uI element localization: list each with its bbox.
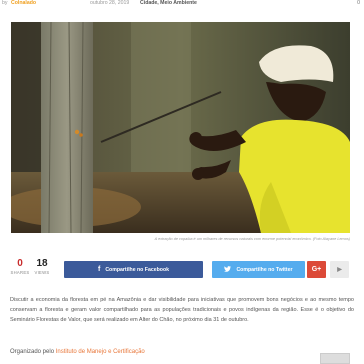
views-counter: 18 VIEWS	[30, 258, 54, 275]
shares-label: SHARES	[10, 270, 30, 275]
related-thumbnail[interactable]	[320, 353, 350, 364]
featured-image-illustration	[11, 22, 350, 233]
organized-prefix: Organizado pelo	[10, 349, 56, 355]
facebook-icon: f	[97, 266, 101, 273]
gplus-share-button[interactable]: G+	[307, 261, 326, 278]
organized-by-line: Organizado pelo Instituto de Manejo e Ce…	[10, 349, 354, 355]
comment-count[interactable]: 0	[357, 0, 360, 6]
shares-counter: 0 SHARES	[8, 258, 32, 275]
views-label: VIEWS	[34, 270, 50, 275]
shares-count: 0	[17, 258, 23, 269]
twitter-icon	[224, 265, 232, 274]
twitter-share-label: Compartilhe no Twitter	[236, 266, 293, 273]
author-link[interactable]: Colnalado	[11, 0, 36, 6]
article-body: Discutir a economia da floresta em pé na…	[10, 295, 354, 325]
more-share-button[interactable]: ▶	[330, 261, 349, 278]
facebook-share-button[interactable]: f Compartilhe no Facebook	[64, 261, 203, 278]
featured-image	[11, 22, 350, 233]
post-date: outubro 28, 2019	[90, 0, 130, 6]
meta-by: by	[2, 0, 8, 6]
image-caption: A extração de copaíba é um milhares de r…	[154, 237, 350, 241]
views-count: 18	[36, 258, 48, 269]
category-links[interactable]: Cidade, Meio Ambiente	[140, 0, 197, 6]
imaflora-link[interactable]: Instituto de Manejo e Certificação	[56, 349, 145, 355]
twitter-share-button[interactable]: Compartilhe no Twitter	[212, 261, 305, 278]
facebook-share-label: Compartilhe no Facebook	[105, 266, 170, 273]
post-meta-bar: by Colnalado outubro 28, 2019 Cidade, Me…	[0, 0, 364, 9]
article-paragraph: Discutir a economia da floresta em pé na…	[10, 297, 354, 323]
share-bar: 0 SHARES 18 VIEWS f Compartilhe no Faceb…	[0, 258, 364, 280]
